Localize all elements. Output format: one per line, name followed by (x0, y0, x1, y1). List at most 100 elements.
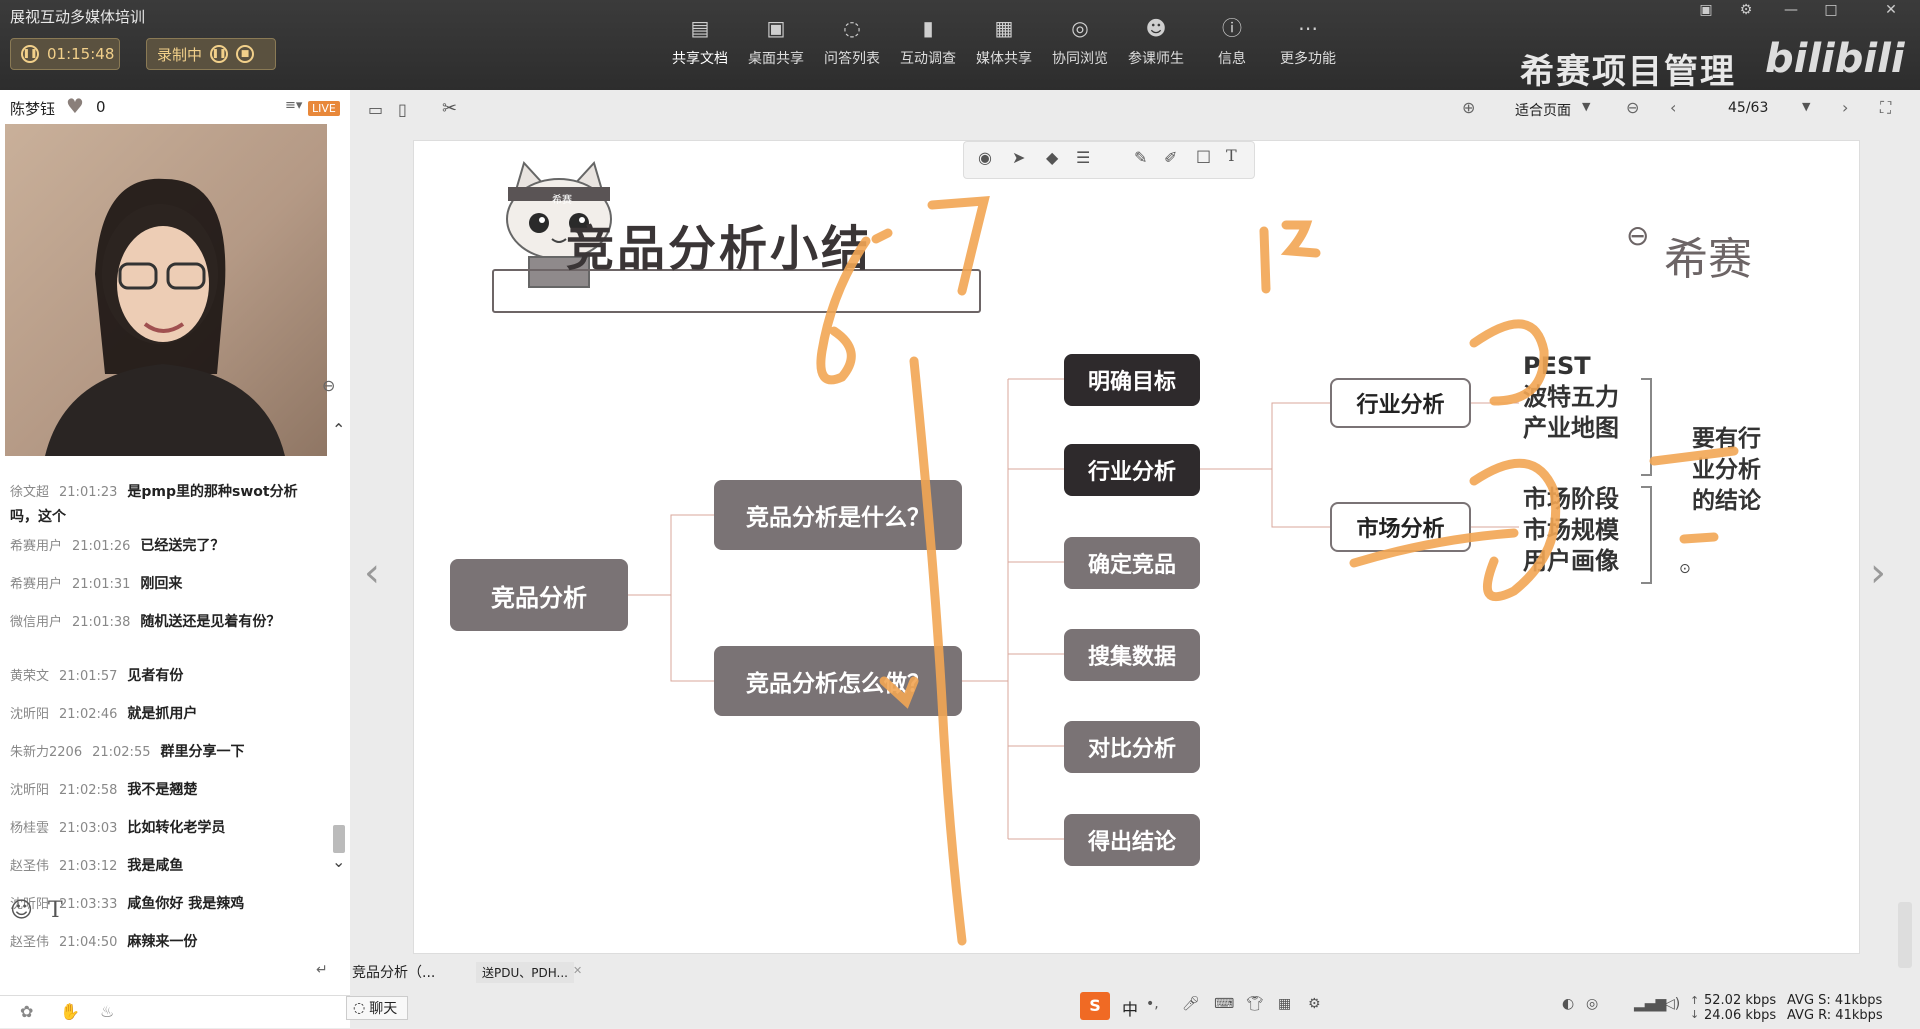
skin-icon[interactable]: 👕︎ (1246, 996, 1264, 1012)
market-items: 市场阶段 市场规模 用户画像 (1523, 484, 1619, 577)
chat-message: 沈昕阳 21:02:58 我不是翘楚 (10, 778, 310, 803)
chat-user: 赵圣伟 (10, 859, 50, 874)
microphone-icon[interactable]: 🎤︎ (1182, 996, 1200, 1012)
timer-control[interactable]: ❚❚ 01:15:48 (10, 38, 120, 70)
scissors-icon[interactable]: ✂ (442, 98, 457, 119)
screenshot-icon[interactable]: ▣ (1695, 2, 1717, 20)
fit-dropdown-icon[interactable]: ▼ (1582, 100, 1590, 113)
chat-message: 希赛用户 21:01:26 已经送完了？ (10, 534, 310, 559)
chat-time: 21:02:55 (92, 745, 151, 760)
left-panel: 陈梦钰 ♥ 0 ≡▾ LIVE ⊖ ⌃ 徐文超 21:01:23 是pmp里的那种s… (0, 90, 350, 1028)
branch-how: 竞品分析怎么做？ (714, 646, 962, 716)
emoji-icon[interactable]: ☺ (10, 898, 33, 923)
send-icon[interactable]: ↵ (316, 962, 328, 978)
fullscreen-icon[interactable]: ⛶ (1880, 98, 1891, 118)
heart-icon[interactable]: ♥ (66, 94, 84, 118)
document-icon: ▤ (690, 16, 710, 40)
chat-user: 微信用户 (10, 615, 63, 630)
avg-send: AVG S: 41kbps (1787, 993, 1883, 1008)
page-indicator: 45/63 (1728, 100, 1769, 116)
avg-receive: AVG R: 41kbps (1787, 1008, 1883, 1023)
prev-slide-arrow[interactable]: ‹ (364, 550, 380, 596)
chat-text: 群里分享一下 (160, 744, 245, 760)
chat-user: 沈昕阳 (10, 707, 50, 722)
pause-record-icon[interactable]: ❚❚ (210, 45, 229, 63)
toolbar-item[interactable]: ☻ 参课师生 (1118, 16, 1194, 68)
toolbar-item[interactable]: ▮ 互动调查 (890, 16, 966, 68)
chat-text: 刚回来 (140, 576, 183, 592)
record-label: 录制中 (157, 45, 203, 64)
toolbar-item[interactable]: ▦ 媒体共享 (966, 16, 1042, 68)
page-dropdown-icon[interactable]: ▼ (1802, 100, 1810, 113)
gift-icon[interactable]: ✿ (20, 1002, 33, 1021)
chat-text: 我是咸鱼 (127, 858, 184, 874)
list-menu-icon[interactable]: ≡▾ (285, 98, 302, 113)
camera-icon[interactable]: ◐ (1562, 996, 1574, 1012)
vertical-scrollbar[interactable] (1898, 902, 1912, 968)
settings-icon[interactable]: ⚙ (1735, 2, 1757, 20)
chat-icon: ◌ (843, 16, 861, 40)
chat-text: 是pmp里的那种swot分析吗，这个 (10, 484, 298, 525)
keyboard-icon[interactable]: ⌨ (1214, 996, 1234, 1012)
toolbox-icon[interactable]: ▦ (1278, 996, 1291, 1012)
chat-user: 徐文超 (10, 485, 50, 500)
mic-status-icon[interactable]: ◎ (1586, 996, 1598, 1012)
stop-record-icon[interactable]: ■ (236, 45, 255, 63)
punctuation-icon[interactable]: •, (1146, 996, 1159, 1012)
file-icon[interactable]: ▯ (398, 100, 407, 119)
market-item: 用户画像 (1523, 547, 1619, 575)
chat-user: 黄荣文 (10, 669, 50, 684)
speaker-icon[interactable]: ◁) (1664, 996, 1680, 1012)
toolbar-item[interactable]: ▤ 共享文档 (662, 16, 738, 68)
chat-time: 21:01:38 (72, 615, 131, 630)
zoom-out-icon[interactable]: ⊖ (1626, 98, 1639, 117)
zoom-in-icon[interactable]: ⊕ (1462, 98, 1475, 117)
record-control[interactable]: 录制中 ❚❚ ■ (146, 38, 276, 70)
toolbar-item[interactable]: ⓘ 信息 (1194, 16, 1270, 68)
chat-user: 希赛用户 (10, 577, 63, 592)
chat-scrollbar[interactable] (333, 825, 345, 853)
chat-user: 沈昕阳 (10, 783, 50, 798)
hand-icon[interactable]: ✋ (60, 1002, 80, 1021)
scroll-down-icon[interactable]: ⌄ (332, 852, 345, 871)
conclusion-line: 业分析 (1692, 457, 1761, 483)
ime-mode[interactable]: 中 (1122, 996, 1138, 1020)
cup-icon[interactable]: ♨ (100, 1002, 114, 1021)
chat-user: 希赛用户 (10, 539, 63, 554)
ime-settings-icon[interactable]: ⚙ (1308, 996, 1321, 1012)
doc-tab[interactable]: 竞品分析（... (352, 962, 435, 982)
chat-tab-button[interactable]: ◌ 聊天 (346, 996, 408, 1020)
chat-message: 朱新力2206 21:02:55 群里分享一下 (10, 740, 310, 765)
cursor-dot: ⊙ (1679, 561, 1691, 577)
like-count: 0 (96, 98, 106, 116)
prev-page-icon[interactable]: ‹ (1670, 98, 1676, 117)
chat-text: 见者有份 (127, 668, 184, 684)
users-icon: ☻ (1145, 16, 1167, 40)
chat-text: 我不是翘楚 (127, 782, 198, 798)
upload-rate: 52.02 kbps (1704, 993, 1777, 1008)
maximize-icon[interactable]: □ (1820, 2, 1842, 20)
toolbar-item-label: 协同浏览 (1052, 51, 1108, 67)
close-icon[interactable]: ✕ (1880, 2, 1902, 20)
scroll-up-icon[interactable]: ⌃ (332, 420, 345, 439)
next-slide-arrow[interactable]: › (1870, 550, 1886, 596)
toolbar-item[interactable]: ◌ 问答列表 (814, 16, 890, 68)
compass-icon: ◎ (1071, 16, 1089, 40)
industry-item: PEST (1523, 352, 1591, 380)
toolbar-item[interactable]: ◎ 协同浏览 (1042, 16, 1118, 68)
toolbar-item[interactable]: ▣ 桌面共享 (738, 16, 814, 68)
fit-page-select[interactable]: 适合页面 (1515, 100, 1571, 120)
step-node: 对比分析 (1064, 721, 1200, 773)
sogou-ime-icon[interactable]: S (1080, 992, 1110, 1020)
step-node: 搜集数据 (1064, 629, 1200, 681)
folder-icon[interactable]: ▭ (368, 100, 383, 119)
pdf-tab[interactable]: 送PDU、PDH... (476, 962, 574, 983)
minimize-icon[interactable]: — (1780, 2, 1802, 20)
slide-canvas: ◉ ➤ ◆ ☰ ✎ ✐ □ T 希赛 竞品分析小结 ⊖ 希赛 竞品分析 竞品分析… (413, 140, 1860, 954)
collapse-chat-icon[interactable]: ⊖ (322, 376, 335, 395)
text-format-icon[interactable]: T (48, 898, 63, 923)
chat-text: 比如转化老学员 (127, 820, 226, 836)
next-page-icon[interactable]: › (1842, 98, 1848, 117)
tab-close-icon[interactable]: ✕ (573, 964, 582, 977)
toolbar-item[interactable]: ⋯ 更多功能 (1270, 16, 1346, 68)
